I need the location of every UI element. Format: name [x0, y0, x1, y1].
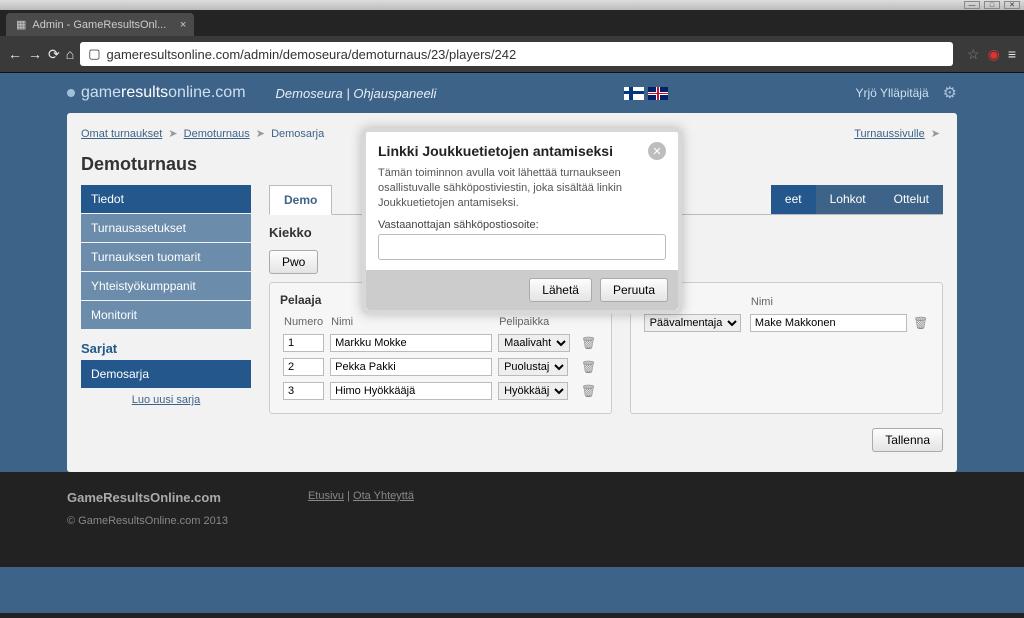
trash-icon[interactable]: 🗑	[581, 360, 596, 374]
modal-cancel-button[interactable]: Peruuta	[600, 278, 668, 302]
table-header-row: Numero Nimi Pelipaikka	[280, 313, 601, 331]
player-name-input[interactable]	[330, 382, 492, 400]
org-panel-title: Demoseura | Ohjauspaneeli	[276, 86, 437, 101]
star-icon[interactable]: ☆	[967, 46, 980, 63]
sidebar-item-info[interactable]: Tiedot	[81, 185, 251, 213]
sidebar-item-demosarja[interactable]: Demosarja	[81, 360, 251, 388]
footer: GameResultsOnline.com © GameResultsOnlin…	[0, 472, 1024, 567]
player-name-input[interactable]	[330, 358, 492, 376]
trash-icon[interactable]: 🗑	[913, 316, 928, 330]
modal-email-input[interactable]	[378, 234, 666, 260]
window-controls: — □ ✕	[0, 0, 1024, 10]
user-name[interactable]: Yrjö Ylläpitäjä	[855, 86, 928, 100]
player-number-input[interactable]	[283, 334, 324, 352]
window-close[interactable]: ✕	[1004, 1, 1020, 9]
player-position-select[interactable]: Puolustaj	[498, 358, 568, 376]
toolbar-button[interactable]: Pwo	[269, 250, 318, 274]
footer-brand: GameResultsOnline.com	[67, 490, 228, 505]
col-number: Numero	[280, 313, 327, 331]
tab-eet[interactable]: eet	[771, 185, 816, 214]
footer-link-home[interactable]: Etusivu	[308, 490, 344, 502]
col-position: Pelipaikka	[495, 313, 578, 331]
brand-prefix: game	[81, 84, 121, 101]
staff-role-select[interactable]: Päävalmentaja	[644, 314, 741, 332]
browser-chrome: — □ ✕ ▦ Admin - GameResultsOnl... × ← → …	[0, 0, 1024, 73]
close-icon[interactable]: ×	[180, 19, 186, 31]
sidebar-item-referees[interactable]: Turnauksen tuomarit	[81, 243, 251, 271]
browser-toolbar: ← → ⟳ ⌂ ▢ gameresultsonline.com/admin/de…	[0, 36, 1024, 72]
sidebar: Tiedot Turnausasetukset Turnauksen tuoma…	[81, 185, 251, 452]
window-maximize[interactable]: □	[984, 1, 1000, 9]
modal-description: Tämän toiminnon avulla voit lähettää tur…	[378, 166, 666, 211]
trash-icon[interactable]: 🗑	[581, 384, 596, 398]
player-position-select[interactable]: Hyökkääj	[498, 382, 568, 400]
table-row: Päävalmentaja 🗑	[641, 311, 932, 335]
save-button[interactable]: Tallenna	[872, 428, 943, 452]
player-position-select[interactable]: Maalivaht	[498, 334, 570, 352]
player-number-input[interactable]	[283, 382, 324, 400]
sidebar-item-monitors[interactable]: Monitorit	[81, 301, 251, 329]
table-row: Hyökkääj 🗑	[280, 379, 601, 403]
trash-icon[interactable]: 🗑	[581, 336, 596, 350]
player-number-input[interactable]	[283, 358, 324, 376]
close-icon: ✕	[652, 145, 661, 158]
url-text: gameresultsonline.com/admin/demoseura/de…	[107, 47, 517, 62]
tab-lohkot[interactable]: Lohkot	[816, 185, 880, 214]
breadcrumb-own[interactable]: Omat turnaukset	[81, 128, 162, 140]
tab-demo[interactable]: Demo	[269, 185, 332, 215]
gear-icon[interactable]: ⚙	[943, 83, 957, 103]
modal-title: Linkki Joukkuetietojen antamiseksi	[378, 143, 613, 159]
table-row: Maalivaht 🗑	[280, 331, 601, 355]
breadcrumb-series: Demosarja	[271, 128, 324, 140]
send-link-modal: Linkki Joukkuetietojen antamiseksi ✕ Täm…	[362, 128, 682, 314]
brand-mark-icon	[67, 89, 75, 97]
tab-strip: ▦ Admin - GameResultsOnl... ×	[0, 10, 1024, 36]
page-favicon: ▢	[88, 46, 100, 62]
tab-favicon: ▦	[16, 18, 26, 31]
browser-tab[interactable]: ▦ Admin - GameResultsOnl... ×	[6, 13, 194, 36]
staff-name-input[interactable]	[750, 314, 907, 332]
user-area: Yrjö Ylläpitäjä ⚙	[855, 83, 957, 103]
breadcrumb-tournament[interactable]: Demoturnaus	[184, 128, 250, 140]
menu-icon[interactable]: ≡	[1008, 46, 1016, 62]
footer-link-contact[interactable]: Ota Yhteyttä	[353, 490, 414, 502]
flag-uk-icon[interactable]	[648, 87, 668, 100]
reload-icon[interactable]: ⟳	[48, 46, 60, 63]
table-header-row: Rooli Nimi	[641, 293, 932, 311]
sidebar-new-series-link[interactable]: Luo uusi sarja	[81, 388, 251, 412]
tab-title: Admin - GameResultsOnl...	[32, 19, 166, 31]
player-name-input[interactable]	[330, 334, 492, 352]
flag-fi-icon[interactable]	[624, 87, 644, 100]
table-row: Puolustaj 🗑	[280, 355, 601, 379]
sidebar-item-partners[interactable]: Yhteistyökumppanit	[81, 272, 251, 300]
brand-suffix: online.com	[168, 84, 245, 101]
modal-send-button[interactable]: Lähetä	[529, 278, 592, 302]
tab-ottelut[interactable]: Ottelut	[880, 185, 943, 214]
window-minimize[interactable]: —	[964, 1, 980, 9]
extension-icon[interactable]: ◉	[988, 46, 1000, 63]
brand-mid: results	[121, 84, 168, 101]
modal-email-label: Vastaanottajan sähköpostiosoite:	[378, 219, 666, 231]
col-name: Nimi	[747, 293, 910, 311]
sidebar-item-settings[interactable]: Turnausasetukset	[81, 214, 251, 242]
sidebar-series-heading: Sarjat	[81, 341, 251, 356]
forward-icon[interactable]: →	[28, 46, 42, 62]
language-flags	[624, 87, 668, 100]
footer-copyright: © GameResultsOnline.com 2013	[67, 515, 228, 527]
link-tournament-page[interactable]: Turnaussivulle	[854, 128, 925, 140]
col-name: Nimi	[327, 313, 495, 331]
url-bar[interactable]: ▢ gameresultsonline.com/admin/demoseura/…	[80, 42, 953, 66]
brand-logo[interactable]: gameresultsonline.com	[67, 84, 246, 102]
modal-close-button[interactable]: ✕	[648, 142, 666, 160]
home-icon[interactable]: ⌂	[66, 46, 74, 62]
back-icon[interactable]: ←	[8, 46, 22, 62]
site-header: gameresultsonline.com Demoseura | Ohjaus…	[67, 73, 957, 113]
